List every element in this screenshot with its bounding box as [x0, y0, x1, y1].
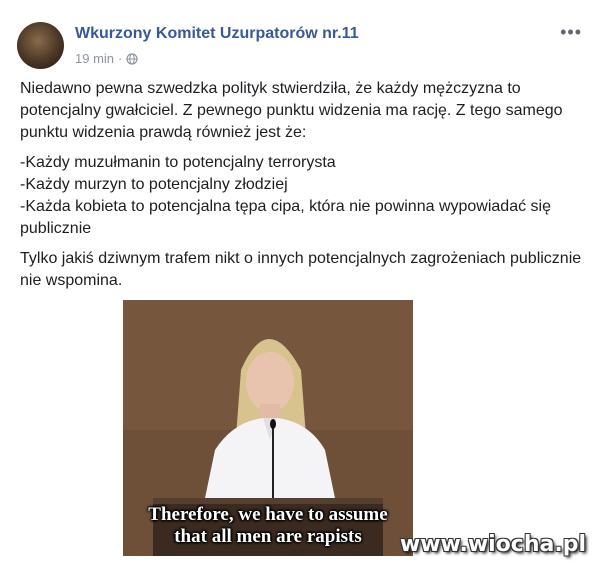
- globe-icon: [126, 52, 138, 65]
- facebook-post: Wkurzony Komitet Uzurpatorów nr.11 19 mi…: [0, 0, 600, 300]
- post-list: -Każdy muzułmanin to potencjalny terrory…: [20, 152, 585, 240]
- post-paragraph-1: Niedawno pewna szwedzka polityk stwierdz…: [20, 80, 563, 141]
- post-body: Niedawno pewna szwedzka polityk stwierdz…: [20, 78, 585, 300]
- list-item: -Każdy murzyn to potencjalny złodziej: [20, 176, 288, 193]
- post-author[interactable]: Wkurzony Komitet Uzurpatorów nr.11: [75, 25, 359, 43]
- watermark-text: www.wiocha.pl: [399, 532, 586, 557]
- subtitle-line-2: that all men are rapists: [174, 526, 362, 547]
- image-subtitle: Therefore, we have to assume that all me…: [123, 504, 413, 548]
- list-item: -Każda kobieta to potencjalna tępa cipa,…: [20, 198, 551, 237]
- post-image[interactable]: Therefore, we have to assume that all me…: [123, 300, 413, 556]
- list-item: -Każdy muzułmanin to potencjalny terrory…: [20, 154, 336, 171]
- more-dots-icon[interactable]: •••: [560, 22, 582, 43]
- meta-separator: ·: [118, 51, 123, 66]
- avatar[interactable]: [17, 22, 64, 69]
- subtitle-line-1: Therefore, we have to assume: [148, 504, 388, 525]
- post-time[interactable]: 19 min: [75, 51, 114, 66]
- post-meta: 19 min ·: [75, 51, 138, 66]
- post-paragraph-2: Tylko jakiś dziwnym trafem nikt o innych…: [20, 250, 582, 289]
